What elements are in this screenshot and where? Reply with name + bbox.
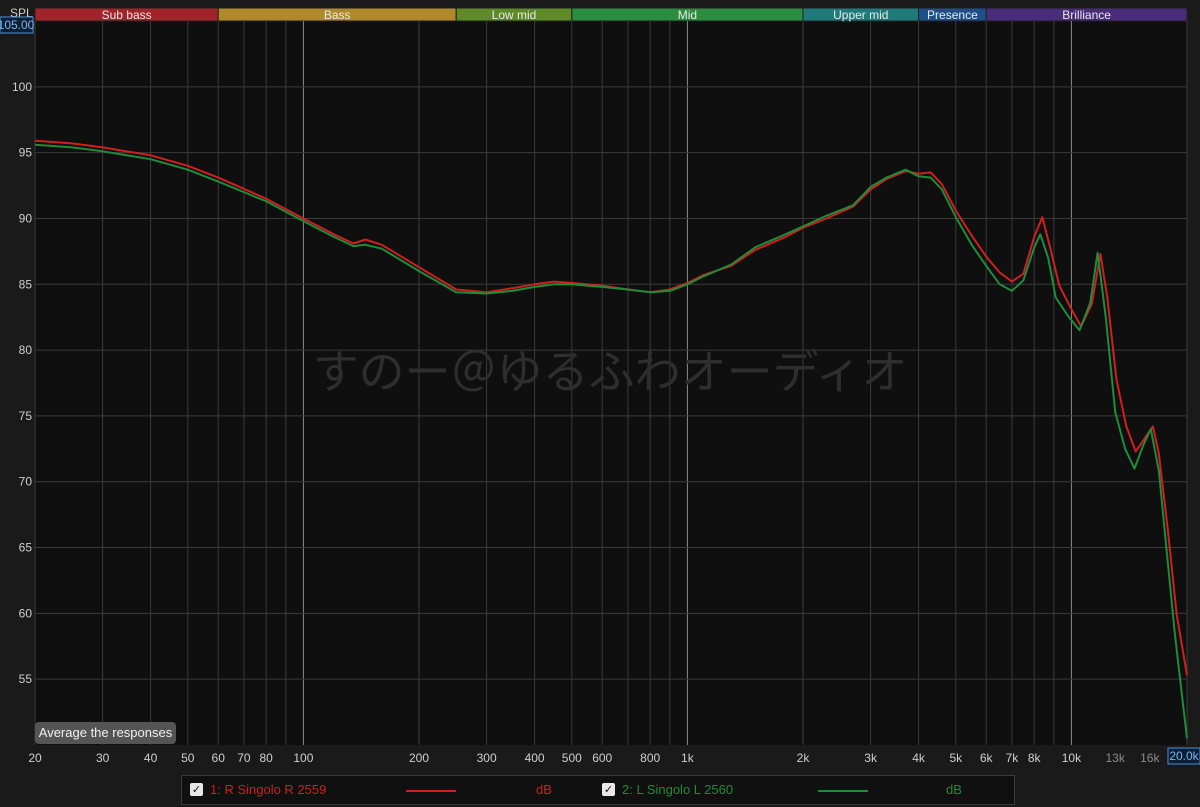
- x-tick-300: 300: [477, 751, 497, 765]
- band-label-3: Mid: [678, 8, 697, 22]
- x-tick-800: 800: [640, 751, 660, 765]
- legend-swatch-r: [406, 790, 456, 792]
- x-tick-2k: 2k: [797, 751, 811, 765]
- x-tick-13k: 13k: [1105, 751, 1125, 765]
- x-tick-500: 500: [562, 751, 582, 765]
- y-tick-55: 55: [19, 672, 33, 686]
- y-tick-100: 100: [12, 80, 32, 94]
- watermark: すのー＠ゆるふわオーディオ: [313, 346, 908, 398]
- band-label-2: Low mid: [492, 8, 537, 22]
- frequency-bands: Sub bass Bass Low mid Mid Upper mid Presence B…: [34, 7, 1188, 22]
- x-tick-4k: 4k: [912, 751, 926, 765]
- y-tick-65: 65: [19, 541, 33, 555]
- y-tick-95: 95: [19, 146, 33, 160]
- legend-unit-r: dB: [536, 782, 552, 797]
- x-tick-1k: 1k: [681, 751, 695, 765]
- x-tick-16k: 16k: [1140, 751, 1160, 765]
- x-tick-8k: 8k: [1028, 751, 1042, 765]
- x-right-value: 20.0k: [1169, 749, 1199, 763]
- band-label-4: Upper mid: [833, 8, 888, 22]
- x-tick-80: 80: [260, 751, 274, 765]
- x-tick-400: 400: [525, 751, 545, 765]
- checkbox-r[interactable]: ✓: [190, 783, 203, 796]
- x-tick-40: 40: [144, 751, 158, 765]
- x-tick-50: 50: [181, 751, 195, 765]
- y-tick-90: 90: [19, 211, 33, 225]
- x-tick-20: 20: [28, 751, 42, 765]
- x-tick-6k: 6k: [980, 751, 994, 765]
- band-label-0: Sub bass: [102, 8, 152, 22]
- average-responses-button[interactable]: Average the responses: [35, 722, 176, 744]
- x-tick-10k: 10k: [1062, 751, 1082, 765]
- x-tick-100: 100: [293, 751, 313, 765]
- legend-bar: ✓ 1: R Singolo R 2559 dB ✓ 2: L Singolo …: [181, 775, 1015, 805]
- x-tick-600: 600: [592, 751, 612, 765]
- x-tick-60: 60: [212, 751, 226, 765]
- y-tick-75: 75: [19, 409, 33, 423]
- x-tick-30: 30: [96, 751, 110, 765]
- legend-label-r: 1: R Singolo R 2559: [210, 782, 327, 797]
- x-tick-5k: 5k: [949, 751, 963, 765]
- y-top-value: 105.00: [0, 18, 35, 32]
- legend-label-l: 2: L Singolo L 2560: [622, 782, 734, 797]
- checkbox-l[interactable]: ✓: [602, 783, 615, 796]
- band-label-6: Brilliance: [1062, 8, 1111, 22]
- y-tick-70: 70: [19, 475, 33, 489]
- band-label-5: Presence: [927, 8, 978, 22]
- band-label-1: Bass: [324, 8, 351, 22]
- x-tick-7k: 7k: [1006, 751, 1020, 765]
- x-tick-200: 200: [409, 751, 429, 765]
- y-tick-60: 60: [19, 606, 33, 620]
- legend-swatch-l: [818, 790, 868, 792]
- legend-unit-l: dB: [946, 782, 962, 797]
- x-tick-3k: 3k: [864, 751, 878, 765]
- y-tick-85: 85: [19, 277, 33, 291]
- x-tick-70: 70: [237, 751, 251, 765]
- frequency-response-chart: Sub bass Bass Low mid Mid Upper mid Presence B…: [0, 0, 1200, 807]
- y-tick-80: 80: [19, 343, 33, 357]
